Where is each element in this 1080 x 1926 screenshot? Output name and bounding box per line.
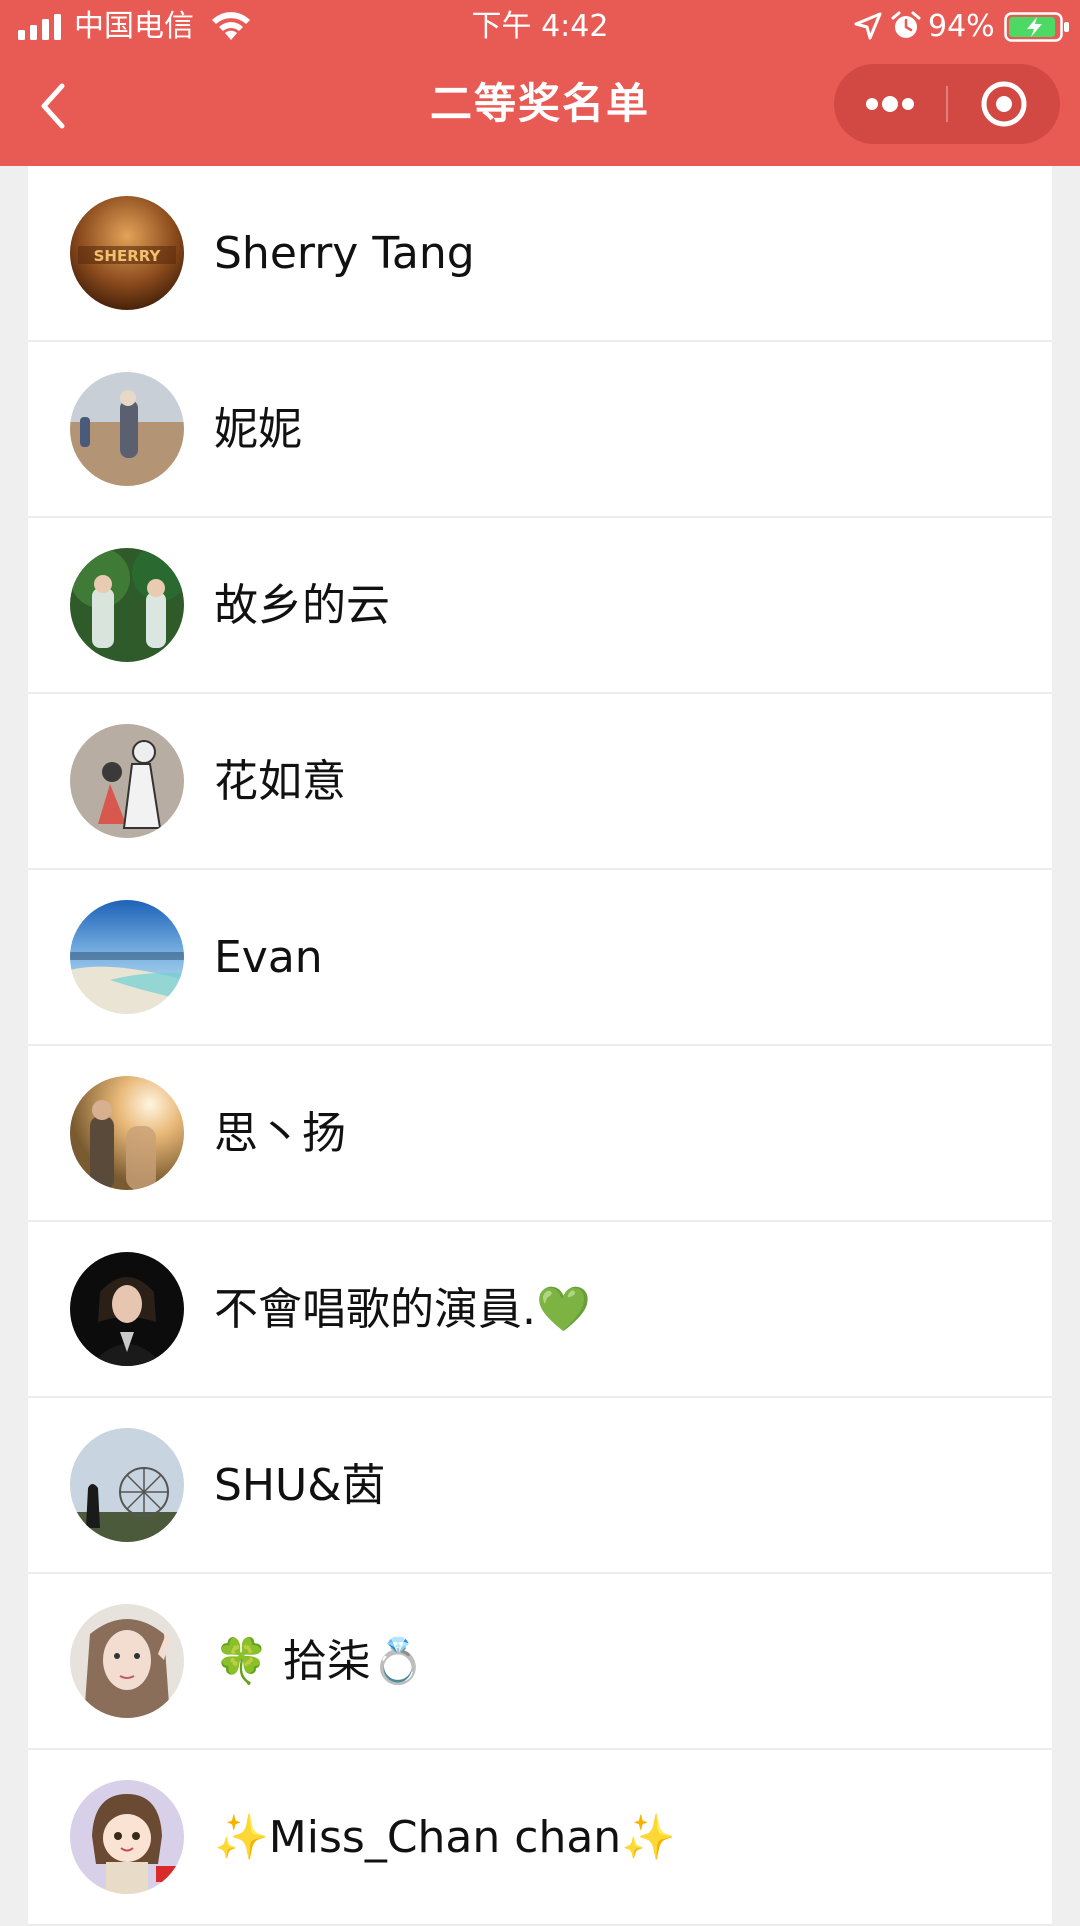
winner-name: Sherry Tang bbox=[214, 228, 475, 279]
location-arrow-icon bbox=[854, 12, 882, 40]
list-item[interactable]: 妮妮 bbox=[28, 342, 1052, 518]
avatar bbox=[70, 372, 184, 486]
winner-name: 🍀 拾柒💍 bbox=[214, 1636, 426, 1687]
more-dots-icon[interactable] bbox=[834, 64, 946, 144]
avatar bbox=[70, 724, 184, 838]
status-bar: 中国电信 下午 4:42 94% bbox=[0, 0, 1080, 54]
list-item[interactable]: ✨Miss_Chan chan✨ bbox=[28, 1750, 1052, 1926]
list-item[interactable]: 🍀 拾柒💍 bbox=[28, 1574, 1052, 1750]
list-item[interactable]: SHU&茵 bbox=[28, 1398, 1052, 1574]
winner-name: 妮妮 bbox=[214, 404, 302, 455]
winner-name: 故乡的云 bbox=[214, 580, 390, 631]
list-item[interactable]: 故乡的云 bbox=[28, 518, 1052, 694]
winner-name: Evan bbox=[214, 932, 323, 983]
list-item[interactable]: 不會唱歌的演員.💚 bbox=[28, 1222, 1052, 1398]
avatar bbox=[70, 1428, 184, 1542]
winner-name: 不會唱歌的演員.💚 bbox=[214, 1284, 591, 1335]
avatar bbox=[70, 548, 184, 662]
winner-list: SHERRY Sherry Tang 妮妮 故乡的云 花如意 Evan 思丶扬 … bbox=[28, 166, 1052, 1926]
list-item[interactable]: SHERRY Sherry Tang bbox=[28, 166, 1052, 342]
avatar bbox=[70, 1604, 184, 1718]
winner-name: 思丶扬 bbox=[214, 1108, 346, 1159]
winner-name: SHU&茵 bbox=[214, 1460, 386, 1511]
winner-name: 花如意 bbox=[214, 756, 346, 807]
mini-program-capsule bbox=[834, 64, 1060, 144]
battery-percent: 94% bbox=[928, 9, 995, 44]
list-item[interactable]: Evan bbox=[28, 870, 1052, 1046]
avatar bbox=[70, 1252, 184, 1366]
header-bar: 中国电信 下午 4:42 94% 二等奖名单 bbox=[0, 0, 1080, 166]
avatar bbox=[70, 900, 184, 1014]
target-circle-icon[interactable] bbox=[948, 64, 1060, 144]
list-item[interactable]: 思丶扬 bbox=[28, 1046, 1052, 1222]
list-item[interactable]: 花如意 bbox=[28, 694, 1052, 870]
avatar: SHERRY bbox=[70, 196, 184, 310]
winner-name: ✨Miss_Chan chan✨ bbox=[214, 1812, 676, 1863]
avatar bbox=[70, 1780, 184, 1894]
alarm-icon bbox=[891, 11, 921, 38]
svg-text:SHERRY: SHERRY bbox=[94, 247, 162, 265]
avatar bbox=[70, 1076, 184, 1190]
battery-icon bbox=[1004, 12, 1069, 42]
